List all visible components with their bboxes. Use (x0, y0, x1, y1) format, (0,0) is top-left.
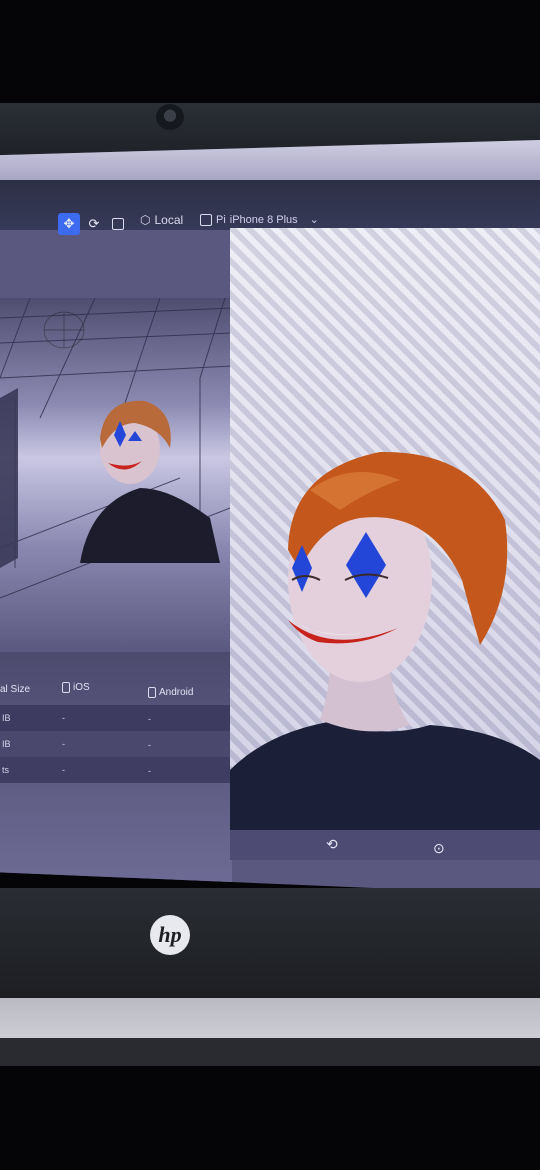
cube-icon: ⬡ (140, 213, 151, 227)
device-icon (200, 213, 212, 226)
row-android: - (148, 740, 151, 750)
laptop-bottom-bezel (0, 888, 540, 998)
ios-label: iOS (73, 682, 90, 693)
table-row: IB - - (0, 705, 232, 731)
row-ios: - (62, 765, 65, 775)
checkbox-icon (148, 687, 156, 698)
move-tool-button[interactable]: ✥ (58, 213, 80, 235)
row-android: - (148, 714, 151, 724)
row-size: IB (2, 739, 11, 749)
local-space-toggle[interactable]: ⬡ Local (140, 213, 183, 227)
preview-face (230, 451, 540, 833)
preview-controls: ⟲ ⊙ (230, 830, 540, 860)
rotate-icon: ⟳ (88, 216, 100, 231)
column-header-ios[interactable]: iOS (62, 682, 90, 693)
scene-face-model (80, 400, 220, 563)
row-android: - (148, 766, 151, 776)
row-size: IB (2, 713, 11, 723)
laptop-screen: ✥ ⟳ ⬡ Local Pi iPhone 8 Plus ⌄ al Size i… (0, 140, 540, 895)
table-row: IB - - (0, 731, 232, 757)
column-header-size: al Size (0, 684, 31, 695)
rotate-icon[interactable]: ⟲ (326, 836, 338, 853)
webcam (156, 104, 184, 130)
scale-icon (112, 218, 124, 230)
android-label: Android (159, 687, 194, 698)
row-size: ts (2, 765, 10, 775)
record-icon[interactable]: ⊙ (433, 840, 445, 857)
local-label: Local (154, 213, 184, 227)
checkbox-icon (62, 682, 70, 693)
move-icon: ✥ (63, 216, 75, 231)
device-prefix: Pi (216, 213, 226, 226)
row-ios: - (62, 739, 65, 749)
scene-viewport[interactable] (0, 298, 232, 653)
column-header-android[interactable]: Android (148, 687, 193, 698)
device-label: iPhone 8 Plus (229, 213, 298, 226)
laptop-base-edge (0, 1038, 540, 1066)
scale-tool-button[interactable] (107, 213, 129, 235)
row-ios: - (62, 713, 65, 723)
table-row: ts - - (0, 757, 232, 783)
chevron-down-icon: ⌄ (309, 214, 319, 226)
hp-logo: hp (150, 915, 190, 955)
rotate-tool-button[interactable]: ⟳ (83, 213, 105, 235)
device-selector[interactable]: Pi iPhone 8 Plus ⌄ (200, 213, 319, 226)
